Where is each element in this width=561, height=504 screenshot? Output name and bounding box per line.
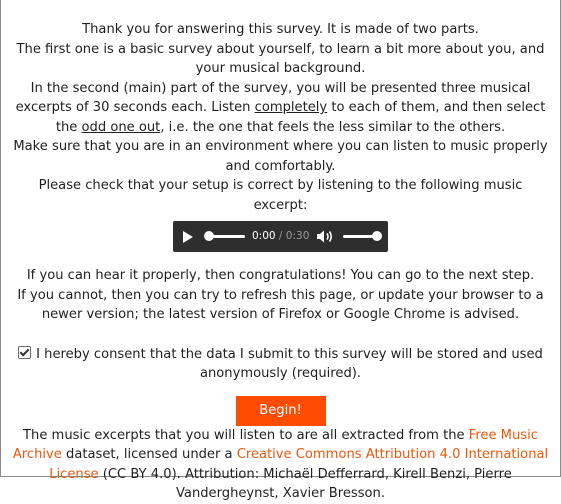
current-time: 0:00 — [252, 230, 276, 242]
consent-row: I hereby consent that the data I submit … — [10, 345, 551, 384]
intro-line-1: Thank you for answering this survey. It … — [82, 22, 479, 37]
odd-one-out-emphasis: odd one out — [81, 119, 161, 135]
footer-text-3: (CC BY 4.0). Attribution: Michaël Deffer… — [98, 466, 512, 502]
intro-line-3-end: , i.e. the one that feels the less simil… — [160, 119, 506, 135]
intro-line-4: Make sure that you are in an environment… — [13, 139, 548, 174]
intro-line-2: The first one is a basic survey about yo… — [16, 41, 545, 77]
consent-checkbox[interactable] — [18, 345, 32, 359]
setup-instructions: If you can hear it properly, then congra… — [10, 266, 551, 325]
footer-text-1: The music excerpts that you will listen … — [23, 427, 469, 443]
attribution-footer: The music excerpts that you will listen … — [10, 426, 551, 504]
intro-line-5: Please check that your setup is correct … — [38, 178, 523, 213]
duration: / 0:30 — [275, 230, 310, 242]
survey-intro: Thank you for answering this survey. It … — [10, 20, 551, 504]
seek-handle[interactable] — [204, 231, 214, 241]
volume-icon[interactable] — [316, 229, 334, 244]
footer-text-2: dataset, licensed under a — [61, 447, 237, 462]
time-display: 0:00 / 0:30 — [252, 227, 309, 245]
play-icon[interactable] — [183, 231, 193, 243]
completely-emphasis: completely — [254, 100, 328, 115]
setup-line-2: If you cannot, then you can try to refre… — [17, 287, 544, 323]
intro-line-3: In the second (main) part of the survey,… — [10, 79, 551, 138]
setup-line-1: If you can hear it properly, then congra… — [26, 268, 535, 283]
audio-player: 0:00 / 0:30 — [173, 221, 388, 252]
begin-button[interactable]: Begin! — [235, 395, 326, 426]
volume-handle[interactable] — [372, 231, 382, 241]
consent-label[interactable]: I hereby consent that the data I submit … — [36, 347, 543, 382]
